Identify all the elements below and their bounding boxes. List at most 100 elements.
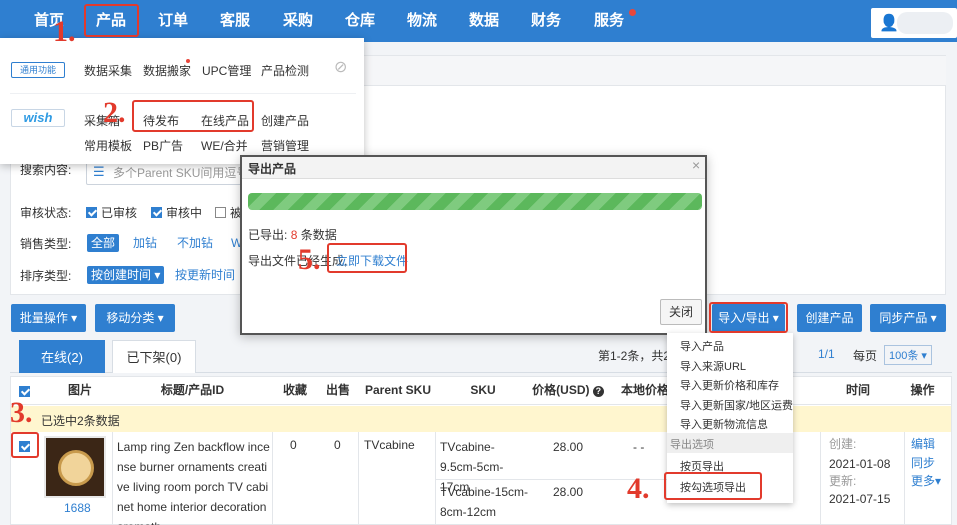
dropdown-divider xyxy=(10,93,356,94)
price-1: 28.00 xyxy=(553,440,584,454)
general-badge: 通用功能 xyxy=(11,62,65,78)
col-parent-sku: Parent SKU xyxy=(364,383,432,397)
nav-purchase[interactable]: 采购 xyxy=(273,0,323,42)
sync-link[interactable]: 同步 xyxy=(911,453,935,473)
annotation-4: 4. xyxy=(627,472,650,505)
product-title[interactable]: Lamp ring Zen backflow incense burner or… xyxy=(117,437,270,525)
product-thumbnail[interactable] xyxy=(44,436,106,498)
menu-import-url[interactable]: 导入来源URL xyxy=(680,358,746,374)
sort-updated[interactable]: 按更新时间 xyxy=(171,266,239,284)
menu-templates[interactable]: 常用模板 xyxy=(84,137,132,154)
per-page-select[interactable]: 100条 ▾ xyxy=(884,345,932,365)
created-label: 创建: xyxy=(829,437,857,451)
modal-header xyxy=(242,157,705,179)
menu-upc[interactable]: UPC管理 xyxy=(202,62,251,79)
header-divider xyxy=(11,404,951,405)
sale-no-diamond[interactable]: 不加钻 xyxy=(173,234,217,252)
menu-create-product[interactable]: 创建产品 xyxy=(261,112,309,129)
sync-product-button[interactable]: 同步产品 ▾ xyxy=(870,304,946,332)
audit-pending[interactable]: 审核中 xyxy=(151,204,202,221)
sale-all[interactable]: 全部 xyxy=(87,234,120,252)
col-image: 图片 xyxy=(67,383,92,397)
user-menu[interactable]: 👤 xyxy=(871,8,957,38)
nav-logistics[interactable]: 物流 xyxy=(397,0,447,42)
menu-data-move[interactable]: 数据搬家 xyxy=(143,62,191,79)
col-price: 价格(USD) ? xyxy=(528,376,608,404)
audit-rejected[interactable]: 被 xyxy=(215,204,242,221)
annotation-3: 3. xyxy=(10,396,33,429)
annotation-1: 1. xyxy=(53,15,76,48)
annotation-2: 2. xyxy=(103,96,126,129)
nav-warehouse[interactable]: 仓库 xyxy=(335,0,385,42)
col-divider xyxy=(272,432,273,525)
updated-date: 2021-07-15 xyxy=(829,492,891,506)
menu-data-collect[interactable]: 数据采集 xyxy=(84,62,132,79)
col-sold: 出售 xyxy=(325,383,350,397)
menu-pb-ads[interactable]: PB广告 xyxy=(143,137,183,154)
source-link[interactable]: 1688 xyxy=(64,498,91,518)
tab-delisted[interactable]: 已下架(0) xyxy=(112,340,196,373)
export-group-label: 导出选项 xyxy=(670,439,714,451)
col-favorites: 收藏 xyxy=(282,383,307,397)
sale-type-label: 销售类型: xyxy=(20,237,72,251)
col-divider xyxy=(112,432,113,525)
help-icon: ? xyxy=(592,386,604,397)
edit-link[interactable]: 编辑 xyxy=(911,434,935,454)
tab-online[interactable]: 在线(2) xyxy=(19,340,105,373)
sale-diamond[interactable]: 加钻 xyxy=(129,234,161,252)
close-button[interactable]: 关闭 xyxy=(660,299,702,325)
annotation-box-import-export xyxy=(709,302,788,333)
new-dot xyxy=(186,59,190,63)
create-product-button[interactable]: 创建产品 xyxy=(797,304,862,332)
col-local-price: 本地价格 xyxy=(620,383,669,397)
sold-count: 0 xyxy=(334,438,341,452)
menu-import-logistics[interactable]: 导入更新物流信息 xyxy=(680,416,768,432)
panel-header xyxy=(364,56,946,86)
col-title: 标题/产品ID xyxy=(160,383,225,397)
eye-off-icon[interactable]: ⊘ xyxy=(334,57,347,77)
col-time: 时间 xyxy=(845,383,870,397)
updated-label: 更新: xyxy=(829,474,857,488)
selected-info-row xyxy=(11,406,951,432)
pagination-summary: 第1-2条，共2 xyxy=(598,349,671,363)
sku-2: TVcabine-15cm-8cm-12cm xyxy=(440,485,529,519)
list-icon: ☰ xyxy=(93,164,105,179)
more-link[interactable]: 更多▾ xyxy=(911,471,941,491)
checkbox-icon xyxy=(86,207,97,218)
exported-count-text: 已导出: 8 条数据 xyxy=(248,228,337,242)
annotation-box-checkbox xyxy=(11,432,39,458)
col-sku: SKU xyxy=(470,383,496,397)
notification-dot xyxy=(629,9,636,16)
checkbox-icon xyxy=(215,207,226,218)
annotation-box-export-selected xyxy=(664,472,762,500)
col-divider xyxy=(820,432,821,525)
annotation-box-product xyxy=(84,4,139,37)
nav-data[interactable]: 数据 xyxy=(459,0,509,42)
menu-import-shipping[interactable]: 导入更新国家/地区运费 xyxy=(680,397,793,413)
export-progress-bar xyxy=(248,193,702,210)
sort-created[interactable]: 按创建时间 ▾ xyxy=(87,266,165,284)
annotation-5: 5. xyxy=(298,243,321,276)
local-price: - - xyxy=(633,440,645,454)
move-category-button[interactable]: 移动分类 ▾ xyxy=(95,304,175,332)
menu-marketing[interactable]: 营销管理 xyxy=(261,137,309,154)
nav-orders[interactable]: 订单 xyxy=(148,0,198,42)
col-actions: 操作 xyxy=(910,383,935,397)
per-page-label: 每页 xyxy=(853,349,878,363)
batch-operation-button[interactable]: 批量操作 ▾ xyxy=(11,304,86,332)
audit-approved[interactable]: 已审核 xyxy=(86,204,137,221)
menu-product-check[interactable]: 产品检测 xyxy=(261,62,309,79)
col-divider xyxy=(358,432,359,525)
selected-info: 已选中2条数据 xyxy=(41,414,120,428)
menu-we-merge[interactable]: WE/合并 xyxy=(201,137,248,154)
nav-services[interactable]: 服务 xyxy=(584,0,634,42)
wish-logo: wish xyxy=(11,109,65,127)
close-icon[interactable]: × xyxy=(692,157,700,173)
menu-import-product[interactable]: 导入产品 xyxy=(680,338,724,354)
page-number[interactable]: 1/1 xyxy=(818,347,835,361)
col-divider xyxy=(904,432,905,525)
parent-sku: TVcabine xyxy=(364,438,415,452)
menu-import-price[interactable]: 导入更新价格和库存 xyxy=(680,377,779,393)
nav-service[interactable]: 客服 xyxy=(210,0,260,42)
nav-finance[interactable]: 财务 xyxy=(521,0,571,42)
